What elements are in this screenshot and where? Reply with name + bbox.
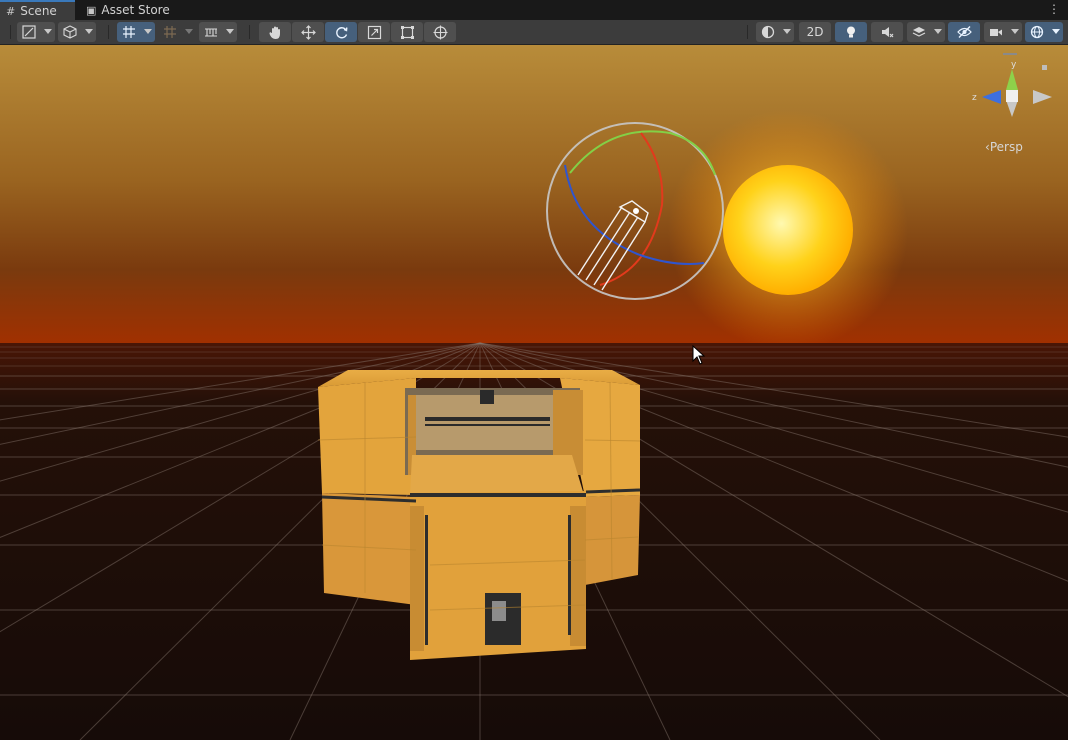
draw-mode-dropdown[interactable] xyxy=(17,22,55,42)
scale-icon xyxy=(367,25,381,39)
toolbar-separator xyxy=(249,25,250,39)
more-options-icon[interactable]: ⋮ xyxy=(1048,2,1060,16)
increment-snap-dropdown[interactable] xyxy=(158,22,196,42)
draw-mode-icon xyxy=(22,25,36,39)
tab-scene-label: Scene xyxy=(20,4,57,18)
transform-tool-button[interactable] xyxy=(424,22,456,42)
grid-snap-dropdown[interactable] xyxy=(117,22,155,42)
projection-label[interactable]: ‹Persp xyxy=(985,140,1023,154)
scene-toolbar: 2D xyxy=(0,20,1068,45)
grid-snap-icon xyxy=(123,26,135,38)
tab-scene[interactable]: # Scene xyxy=(0,0,75,20)
camera-dropdown[interactable] xyxy=(984,22,1022,42)
scene-viewport[interactable] xyxy=(0,45,1068,740)
projection-label-text: Persp xyxy=(989,140,1023,154)
cube-icon xyxy=(63,25,77,39)
increment-snap-icon xyxy=(164,26,176,38)
shading-dropdown[interactable] xyxy=(58,22,96,42)
lighting-toggle-button[interactable] xyxy=(835,22,867,42)
mouse-cursor-icon xyxy=(692,345,706,365)
transform-icon xyxy=(433,25,447,39)
axis-gizmo-icon: y z xyxy=(972,53,1052,117)
move-arrows-icon xyxy=(300,24,316,40)
sky xyxy=(0,45,1068,345)
lightbulb-icon xyxy=(847,26,855,38)
effects-dropdown[interactable] xyxy=(907,22,945,42)
sphere-icon xyxy=(761,25,775,39)
2d-toggle-button[interactable]: 2D xyxy=(799,22,831,42)
layers-icon xyxy=(912,27,926,37)
gizmos-dropdown[interactable] xyxy=(1025,22,1063,42)
hand-icon xyxy=(268,26,280,39)
ruler-icon xyxy=(205,28,217,37)
rect-transform-icon xyxy=(400,25,414,39)
orientation-dropdown[interactable] xyxy=(756,22,794,42)
rect-tool-button[interactable] xyxy=(391,22,423,42)
scene-render[interactable] xyxy=(0,45,1068,740)
tab-asset-store-label: Asset Store xyxy=(101,3,170,17)
toolbar-separator xyxy=(747,25,748,39)
speaker-icon xyxy=(882,27,894,38)
grid-icon: # xyxy=(6,4,16,18)
axis-y-label: y xyxy=(1011,60,1017,70)
rotate-icon xyxy=(335,26,347,38)
scene-visibility-button[interactable] xyxy=(948,22,980,42)
move-tool-button[interactable] xyxy=(292,22,324,42)
toolbar-separator xyxy=(108,25,109,39)
grid-visibility-dropdown[interactable] xyxy=(199,22,237,42)
tab-bar: # Scene ▣ Asset Store ⋮ xyxy=(0,0,1068,20)
audio-toggle-button[interactable] xyxy=(871,22,903,42)
rotate-tool-button[interactable] xyxy=(325,22,357,42)
camera-icon xyxy=(990,29,1002,36)
tab-asset-store[interactable]: ▣ Asset Store xyxy=(80,0,180,20)
gizmo-globe-icon xyxy=(1030,25,1044,39)
axis-z-label: z xyxy=(972,93,977,103)
scale-tool-button[interactable] xyxy=(358,22,390,42)
eye-slash-icon xyxy=(956,26,972,38)
hand-tool-button[interactable] xyxy=(259,22,291,42)
sun xyxy=(668,110,908,350)
bag-icon: ▣ xyxy=(86,3,97,17)
toolbar-separator xyxy=(10,25,11,39)
